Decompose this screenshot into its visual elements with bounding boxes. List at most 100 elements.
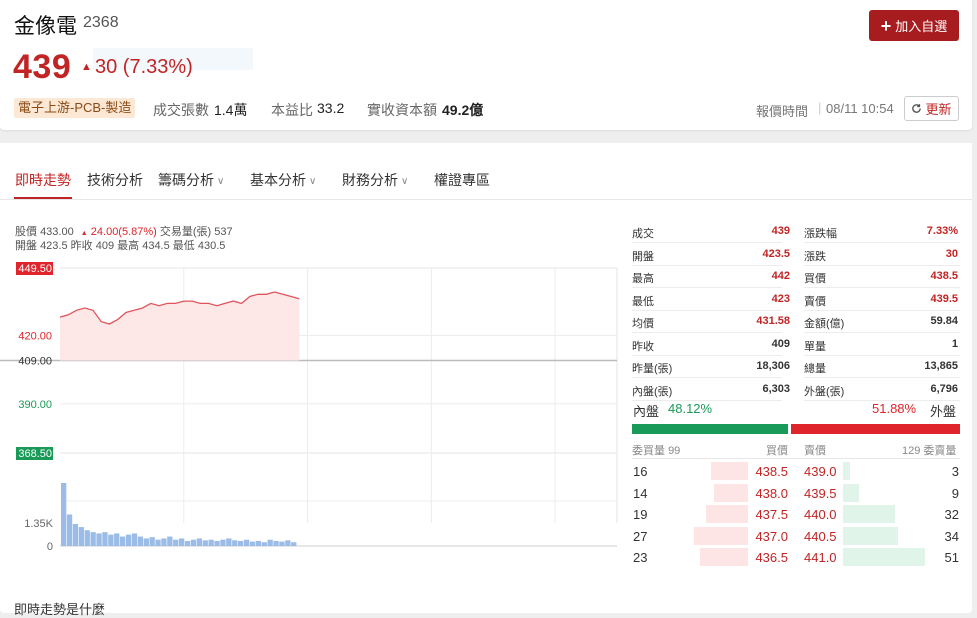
stock-name: 金像電 bbox=[14, 15, 77, 38]
volume-bar bbox=[96, 533, 102, 546]
bid-depth-bar bbox=[699, 548, 748, 566]
volume-bar bbox=[232, 540, 238, 546]
ask-depth-bar bbox=[843, 526, 899, 545]
volume-bar bbox=[155, 539, 161, 546]
quote-label: 金額(億) bbox=[804, 318, 845, 330]
high-value: 434.5 bbox=[142, 240, 170, 252]
quote-label: 均價 bbox=[632, 318, 654, 330]
industry-tag[interactable]: 電子上游-PCB-製造 bbox=[14, 98, 136, 118]
quote-row: 均價 431.58 金額(億) 59.84 bbox=[632, 311, 960, 333]
quote-label: 最高 bbox=[632, 273, 654, 285]
volume-bar bbox=[267, 539, 273, 546]
quote-label: 成交 bbox=[632, 228, 654, 240]
tab-realtime[interactable]: 即時走勢 bbox=[15, 170, 71, 190]
volume-bar bbox=[61, 483, 67, 546]
tab-technical-label: 技術分析 bbox=[87, 172, 143, 188]
y-tick-label: 409.00 bbox=[18, 356, 52, 368]
quote-label: 昨量(張) bbox=[632, 363, 673, 375]
bid-depth-bar bbox=[710, 462, 748, 480]
ask-total: 129 bbox=[902, 445, 921, 457]
quote-label: 賣價 bbox=[804, 295, 826, 308]
order-book: 16 438.5 439.0 3 14 438.0 439.5 9 19 437.5 440.0 32… bbox=[632, 461, 960, 571]
order-book-divider bbox=[632, 458, 960, 459]
realtime-help-link[interactable]: 即時走勢是什麼 bbox=[14, 599, 105, 618]
volume-bar bbox=[184, 540, 191, 546]
pe-label: 本益比 bbox=[271, 102, 313, 118]
volume-bar bbox=[190, 539, 197, 546]
stock-header: 金像電 2368 439 ▲ 30 (7.33%) + 加入自選 電子上游-PC… bbox=[0, 0, 972, 130]
quote-label: 昨收 bbox=[632, 340, 654, 353]
outer-label: 外盤 bbox=[930, 404, 957, 419]
stock-code: 2368 bbox=[83, 14, 119, 31]
volume-label: 成交張數 bbox=[153, 102, 209, 118]
inner-label: 內盤 bbox=[633, 404, 660, 419]
volume-bar bbox=[179, 538, 185, 546]
ask-depth-bar bbox=[843, 548, 925, 566]
ask-qty: 9 bbox=[951, 485, 959, 501]
quote-value: 423 bbox=[771, 292, 790, 305]
tab-realtime-label: 即時走勢 bbox=[15, 172, 71, 188]
volume-bar bbox=[114, 533, 120, 546]
tab-financial[interactable]: 財務分析 ∨ bbox=[342, 170, 408, 190]
open-label: 開盤 bbox=[15, 240, 37, 252]
bid-depth-bar bbox=[714, 483, 748, 502]
ask-price: 439.0 bbox=[804, 464, 837, 479]
volume-bar bbox=[243, 539, 250, 546]
volume-bar bbox=[72, 523, 79, 546]
price-change: 30 (7.33%) bbox=[95, 56, 193, 78]
quote-value: 6,796 bbox=[930, 382, 958, 395]
y-tick-label: 420.00 bbox=[18, 330, 52, 342]
volume-bar bbox=[249, 541, 256, 546]
tab-chips-label: 籌碼分析 bbox=[158, 172, 214, 188]
ask-qty: 32 bbox=[944, 507, 959, 522]
ask-depth-bar bbox=[843, 483, 860, 502]
volume-bar bbox=[285, 540, 291, 546]
volume-bar bbox=[291, 542, 297, 546]
quote-value: 1 bbox=[951, 337, 958, 350]
pe-value: 33.2 bbox=[317, 100, 345, 116]
volume-bar bbox=[84, 530, 90, 546]
volume-bar bbox=[279, 541, 285, 546]
volume-value: 1.4萬 bbox=[214, 102, 248, 118]
quote-value: 30 bbox=[945, 247, 958, 260]
tab-warrants[interactable]: 權證專區 bbox=[434, 170, 490, 190]
volume-bar bbox=[202, 540, 208, 546]
volume-tick-label: 1.35K bbox=[24, 518, 53, 530]
bid-price: 438.5 bbox=[755, 464, 788, 479]
volume-bar bbox=[102, 532, 108, 546]
refresh-button[interactable]: 更新 bbox=[904, 96, 959, 121]
volume-bar bbox=[226, 538, 232, 546]
inner-ratio-bar bbox=[632, 424, 789, 434]
volume-bar bbox=[214, 540, 220, 546]
volume-bar bbox=[208, 539, 214, 546]
up-triangle-icon: ▲ bbox=[80, 230, 88, 237]
volume-bar bbox=[261, 542, 267, 546]
ask-qty: 34 bbox=[944, 528, 959, 544]
add-watchlist-button[interactable]: + 加入自選 bbox=[869, 10, 959, 41]
inner-percent: 48.12% bbox=[668, 401, 713, 416]
bid-qty: 19 bbox=[633, 507, 648, 522]
volume-bar bbox=[120, 536, 126, 546]
capital-label: 實收資本額 bbox=[367, 102, 437, 118]
volume-bar bbox=[78, 527, 84, 546]
tab-warrants-label: 權證專區 bbox=[434, 172, 490, 188]
quote-row: 昨量(張) 18,306 總量 13,865 bbox=[632, 356, 960, 378]
chevron-down-icon: ∨ bbox=[217, 176, 225, 187]
ask-depth-bar bbox=[843, 462, 850, 480]
ask-qty-header-label: 委賣量 bbox=[923, 445, 957, 457]
tab-chips[interactable]: 籌碼分析 ∨ bbox=[158, 170, 224, 190]
intraday-chart[interactable]: 449.50420.00409.00390.00368.501.35K010:0… bbox=[0, 253, 620, 553]
volume-tick-label: 0 bbox=[47, 541, 53, 553]
quote-row: 昨收 409 單量 1 bbox=[632, 334, 960, 356]
tab-fundamental[interactable]: 基本分析 ∨ bbox=[250, 170, 316, 190]
active-tab-indicator bbox=[14, 197, 72, 199]
bid-total: 99 bbox=[668, 445, 681, 457]
bid-price: 436.5 bbox=[755, 550, 788, 565]
tab-financial-label: 財務分析 bbox=[342, 172, 398, 188]
quote-value: 13,865 bbox=[924, 360, 958, 372]
outer-ratio-bar bbox=[791, 424, 960, 434]
quote-time: 08/11 10:54 bbox=[826, 101, 894, 116]
tab-technical[interactable]: 技術分析 bbox=[87, 170, 143, 190]
volume-bar bbox=[131, 533, 138, 546]
main-panel: 即時走勢 技術分析 籌碼分析 ∨ 基本分析 ∨ 財務分析 ∨ 權證專區 股價 433.… bbox=[0, 143, 972, 613]
